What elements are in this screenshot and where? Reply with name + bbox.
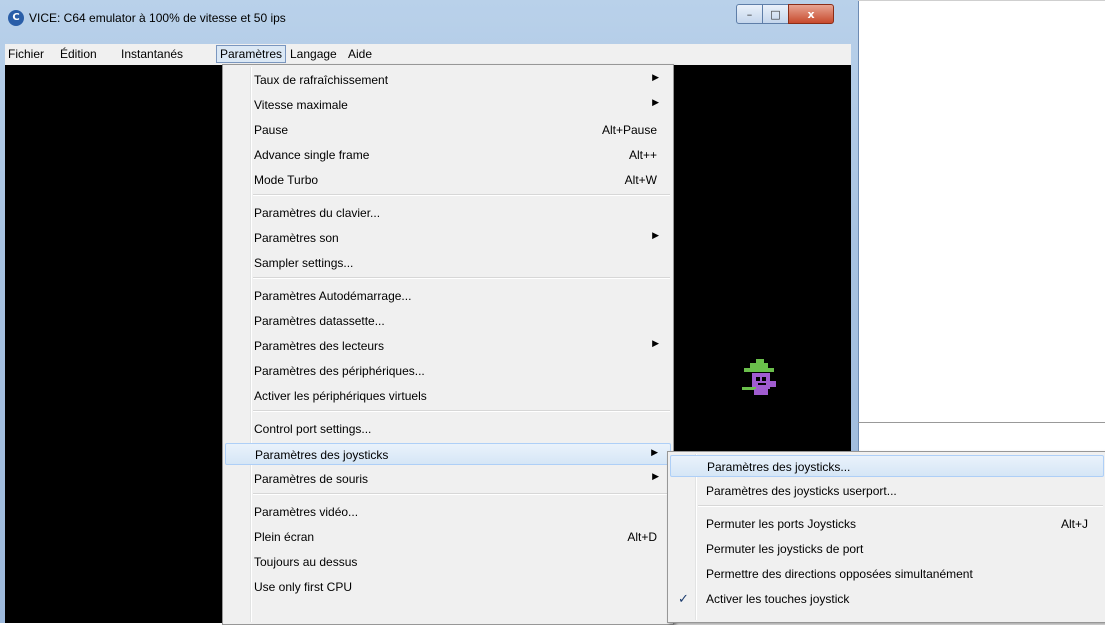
- menu-item-label: Paramètres de souris: [254, 472, 369, 486]
- submenu-item-label: Paramètres des joysticks userport...: [706, 484, 897, 498]
- menu-item-label: Paramètres des joysticks: [255, 448, 389, 462]
- menu-instantanes[interactable]: Instantanés: [118, 47, 186, 61]
- background-window-edge: [858, 0, 1105, 7]
- menu-item-label: Control port settings...: [254, 422, 372, 436]
- minimize-button[interactable]: –: [736, 4, 763, 24]
- menu-item-label: Advance single frame: [254, 148, 370, 162]
- menu-item-label: Paramètres des lecteurs: [254, 339, 385, 353]
- menu-item-activer-les-peripheriques-virtuels[interactable]: Activer les périphériques virtuels: [225, 385, 671, 407]
- menu-separator: [253, 410, 670, 412]
- menu-item-use-only-first-cpu[interactable]: Use only first CPU: [225, 576, 671, 598]
- menu-item-vitesse-maximale[interactable]: Vitesse maximale ▶: [225, 94, 671, 116]
- submenu-item-parametres-des-joysticks[interactable]: Paramètres des joysticks...: [670, 455, 1104, 477]
- menu-item-pause[interactable]: Pause Alt+Pause: [225, 119, 671, 141]
- parametres-dropdown-menu: Taux de rafraîchissement ▶ Vitesse maximal…: [222, 64, 674, 625]
- submenu-item-permuter-les-ports-joysticks[interactable]: Permuter les ports Joysticks Alt+J: [670, 513, 1104, 535]
- menu-item-label: Sampler settings...: [254, 256, 354, 270]
- menu-item-label: Pause: [254, 123, 289, 137]
- menu-item-label: Use only first CPU: [254, 580, 353, 594]
- menu-item-label: Paramètres du clavier...: [254, 206, 381, 220]
- menu-separator: [253, 277, 670, 279]
- menu-item-shortcut: Alt+W: [624, 173, 657, 187]
- submenu-arrow-icon: ▶: [651, 447, 658, 457]
- submenu-arrow-icon: ▶: [652, 471, 659, 481]
- submenu-arrow-icon: ▶: [652, 338, 659, 348]
- vice-app-icon[interactable]: C: [8, 10, 24, 26]
- menu-item-label: Taux de rafraîchissement: [254, 73, 389, 87]
- window-title: VICE: C64 emulator à 100% de vitesse et …: [29, 11, 286, 25]
- menu-item-parametres-du-clavier[interactable]: Paramètres du clavier...: [225, 202, 671, 224]
- menu-aide[interactable]: Aide: [345, 47, 375, 61]
- maximize-button[interactable]: □: [762, 4, 789, 24]
- menu-item-label: Vitesse maximale: [254, 98, 348, 112]
- menu-item-label: Paramètres vidéo...: [254, 505, 359, 519]
- menu-item-label: Paramètres datassette...: [254, 314, 385, 328]
- menu-item-control-port-settings[interactable]: Control port settings...: [225, 418, 671, 440]
- close-button[interactable]: x: [788, 4, 834, 24]
- menu-fichier[interactable]: Fichier: [5, 47, 47, 61]
- menu-item-parametres-son[interactable]: Paramètres son ▶: [225, 227, 671, 249]
- menu-item-parametres-de-souris[interactable]: Paramètres de souris ▶: [225, 468, 671, 490]
- menu-langage[interactable]: Langage: [287, 47, 340, 61]
- menu-item-label: Mode Turbo: [254, 173, 319, 187]
- submenu-item-label: Paramètres des joysticks...: [707, 460, 851, 474]
- checkmark-icon: ✓: [678, 591, 689, 606]
- submenu-item-label: Permuter les ports Joysticks: [706, 517, 857, 531]
- menu-item-parametres-datassette[interactable]: Paramètres datassette...: [225, 310, 671, 332]
- witch-sprite: [742, 359, 776, 395]
- menu-item-shortcut: Alt+D: [627, 530, 657, 544]
- submenu-item-permuter-les-joysticks-de-port[interactable]: Permuter les joysticks de port: [670, 538, 1104, 560]
- menu-separator: [698, 505, 1103, 507]
- menu-item-advance-single-frame[interactable]: Advance single frame Alt++: [225, 144, 671, 166]
- menu-item-parametres-video[interactable]: Paramètres vidéo...: [225, 501, 671, 523]
- submenu-item-shortcut: Alt+J: [1060, 517, 1088, 531]
- menu-separator: [253, 194, 670, 196]
- menu-item-label: Plein écran: [254, 530, 315, 544]
- submenu-item-permettre-des-directions-opposees-simultanement[interactable]: Permettre des directions opposées simult…: [670, 563, 1104, 585]
- joysticks-submenu: Paramètres des joysticks... Paramètres de…: [667, 451, 1105, 623]
- menu-edition[interactable]: Édition: [57, 47, 100, 61]
- menu-item-mode-turbo[interactable]: Mode Turbo Alt+W: [225, 169, 671, 191]
- menu-item-label: Toujours au dessus: [254, 555, 358, 569]
- menu-item-parametres-autodemarrage[interactable]: Paramètres Autodémarrage...: [225, 285, 671, 307]
- menu-item-label: Paramètres son: [254, 231, 339, 245]
- menu-item-shortcut: Alt+Pause: [601, 123, 657, 137]
- menu-item-parametres-des-peripheriques[interactable]: Paramètres des périphériques...: [225, 360, 671, 382]
- menu-bar: Fichier Édition Instantanés Paramètres L…: [5, 44, 851, 66]
- menu-item-sampler-settings[interactable]: Sampler settings...: [225, 252, 671, 274]
- title-bar[interactable]: C VICE: C64 emulator à 100% de vitesse e…: [0, 0, 858, 36]
- submenu-item-activer-les-touches-joystick[interactable]: ✓ Activer les touches joystick: [670, 588, 1104, 610]
- menu-item-shortcut: Alt++: [628, 148, 657, 162]
- menu-parametres[interactable]: Paramètres: [216, 45, 287, 63]
- menu-item-taux-de-rafraichissement[interactable]: Taux de rafraîchissement ▶: [225, 69, 671, 91]
- menu-separator: [253, 493, 670, 495]
- submenu-arrow-icon: ▶: [652, 97, 659, 107]
- menu-item-plein-ecran[interactable]: Plein écran Alt+D: [225, 526, 671, 548]
- menu-item-label: Paramètres des périphériques...: [254, 364, 425, 378]
- submenu-item-parametres-des-joysticks-userport[interactable]: Paramètres des joysticks userport...: [670, 480, 1104, 502]
- menu-item-label: Activer les périphériques virtuels: [254, 389, 427, 403]
- submenu-arrow-icon: ▶: [652, 230, 659, 240]
- submenu-item-label: Permettre des directions opposées simult…: [706, 567, 973, 581]
- menu-item-parametres-des-lecteurs[interactable]: Paramètres des lecteurs ▶: [225, 335, 671, 357]
- submenu-item-label: Activer les touches joystick: [706, 592, 850, 606]
- background-divider: [858, 422, 1105, 423]
- menu-item-label: Paramètres Autodémarrage...: [254, 289, 412, 303]
- menu-item-toujours-au-dessus[interactable]: Toujours au dessus: [225, 551, 671, 573]
- submenu-arrow-icon: ▶: [652, 72, 659, 82]
- menu-item-parametres-des-joysticks[interactable]: Paramètres des joysticks ▶: [225, 443, 671, 465]
- submenu-item-label: Permuter les joysticks de port: [706, 542, 864, 556]
